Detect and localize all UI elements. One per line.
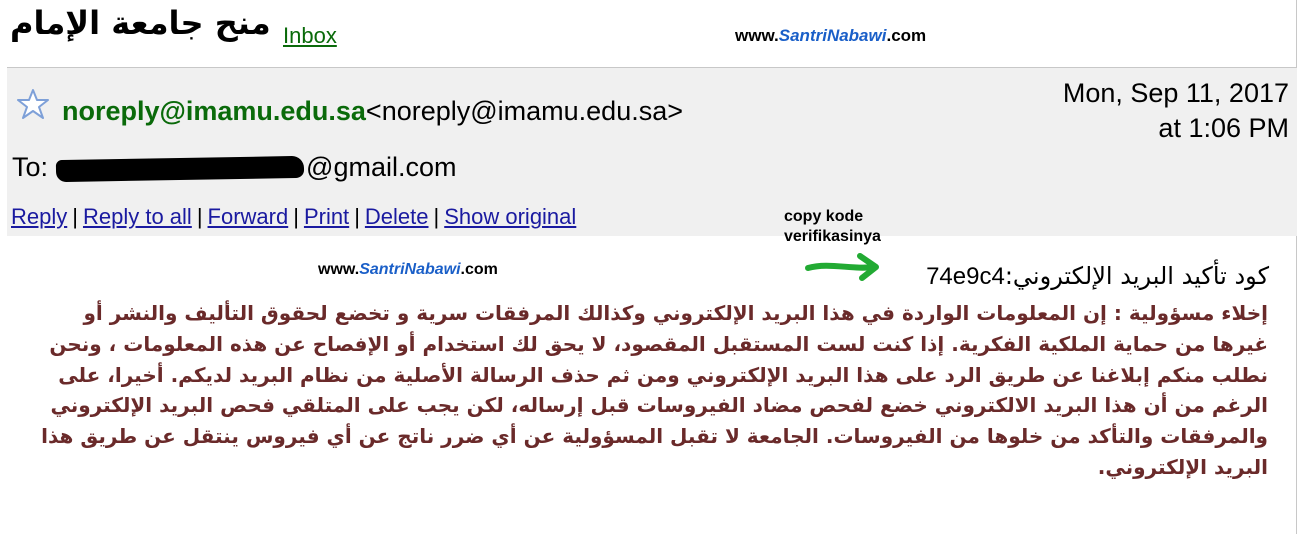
message-actions: Reply | Reply to all | Forward | Print | Delete |…	[11, 204, 576, 230]
inbox-label-link[interactable]: Inbox	[283, 23, 337, 49]
annotation-line-1: copy kode	[784, 208, 864, 225]
recipient-line: To: @gmail.com	[12, 152, 456, 183]
annotation-line-2: verifikasinya	[784, 228, 881, 245]
message-date: Mon, Sep 11, 2017	[1062, 78, 1289, 108]
show-original-link[interactable]: Show original	[444, 204, 576, 229]
separator: |	[293, 204, 299, 229]
forward-link[interactable]: Forward	[208, 204, 289, 229]
sender-line: noreply@imamu.edu.sa<noreply@imamu.edu.s…	[62, 96, 683, 127]
verification-label: كود تأكيد البريد الإلكتروني:	[1004, 262, 1269, 290]
watermark-middle: SantriNabawi	[359, 261, 461, 278]
email-subject: منح جامعة الإمام	[10, 4, 271, 42]
redacted-recipient	[55, 155, 305, 183]
separator: |	[354, 204, 360, 229]
watermark-middle: SantriNabawi	[778, 26, 887, 45]
separator: |	[72, 204, 78, 229]
reply-all-link[interactable]: Reply to all	[83, 204, 192, 229]
star-icon[interactable]	[17, 88, 49, 120]
disclaimer-text: إخلاء مسؤولية : إن المعلومات الواردة في …	[41, 301, 1268, 479]
separator: |	[196, 204, 203, 229]
recipient-domain: @gmail.com	[306, 152, 457, 182]
verification-line: كود تأكيد البريد الإلكتروني:74e9c4	[926, 262, 1269, 291]
watermark-prefix: www.	[735, 26, 779, 45]
watermark-body: www.SantriNabawi.com	[318, 261, 498, 279]
watermark-prefix: www.	[318, 261, 360, 278]
message-datetime: Mon, Sep 11, 2017 at 1:06 PM	[1063, 76, 1289, 146]
print-link[interactable]: Print	[304, 204, 349, 229]
sender-name[interactable]: noreply@imamu.edu.sa	[62, 96, 366, 126]
subject-bar: منح جامعة الإمام Inbox www.SantriNabawi.…	[0, 0, 1307, 66]
message-header: noreply@imamu.edu.sa<noreply@imamu.edu.s…	[7, 67, 1297, 236]
annotation-note: copy kode verifikasinya	[784, 207, 924, 247]
watermark-top: www.SantriNabawi.com	[735, 26, 926, 46]
reply-link[interactable]: Reply	[11, 204, 67, 229]
arrow-icon	[805, 253, 879, 281]
delete-link[interactable]: Delete	[365, 204, 429, 229]
message-time: at 1:06 PM	[1158, 113, 1289, 143]
to-label: To:	[12, 152, 49, 182]
separator: |	[433, 204, 440, 229]
sender-address: <noreply@imamu.edu.sa>	[365, 96, 684, 126]
watermark-suffix: .com	[886, 26, 927, 45]
verification-code[interactable]: 74e9c4	[926, 263, 1005, 290]
watermark-suffix: .com	[460, 261, 498, 278]
